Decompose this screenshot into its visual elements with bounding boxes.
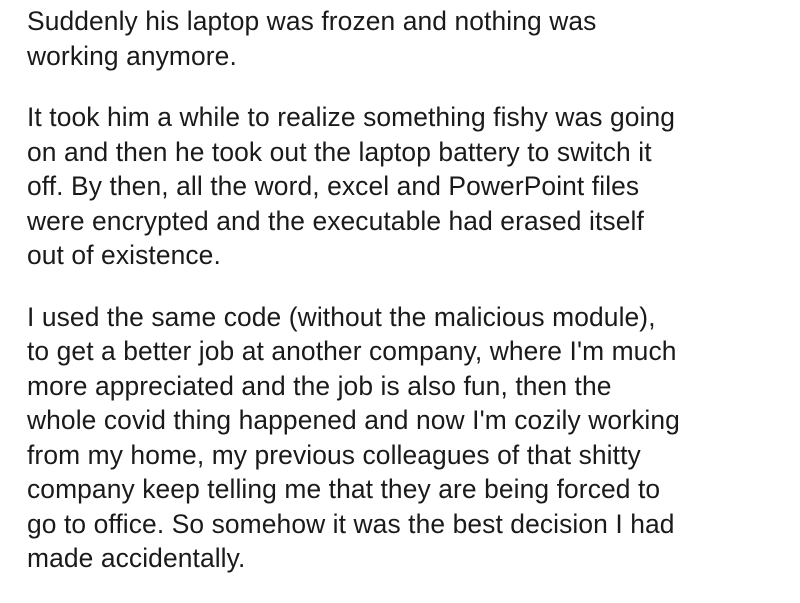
text-line: whole covid thing happened and now I'm c… (27, 405, 680, 435)
text-line: to get a better job at another company, … (27, 336, 677, 366)
text-line: Suddenly his laptop was frozen and nothi… (27, 6, 597, 36)
text-line: on and then he took out the laptop batte… (27, 136, 652, 167)
paragraph-1: Suddenly his laptop was frozen and nothi… (27, 4, 787, 73)
text-line: out of existence. (27, 240, 221, 270)
text-line: It took him a while to realize something… (27, 102, 676, 132)
text-line: off. By then, all the word, excel and Po… (27, 171, 640, 201)
text-line: working anymore. (27, 40, 237, 71)
text-line: company keep telling me that they are be… (27, 474, 661, 504)
text-line: were encrypted and the executable had er… (27, 205, 644, 236)
text-line: made accidentally. (27, 543, 246, 573)
paragraph-3: I used the same code (without the malici… (27, 300, 787, 576)
text-line: more appreciated and the job is also fun… (27, 370, 612, 401)
text-line: go to office. So somehow it was the best… (27, 508, 675, 539)
text-line: from my home, my previous colleagues of … (27, 439, 641, 470)
paragraph-2: It took him a while to realize something… (27, 100, 787, 273)
story-text: Suddenly his laptop was frozen and nothi… (27, 4, 787, 576)
text-line: I used the same code (without the malici… (27, 301, 656, 332)
